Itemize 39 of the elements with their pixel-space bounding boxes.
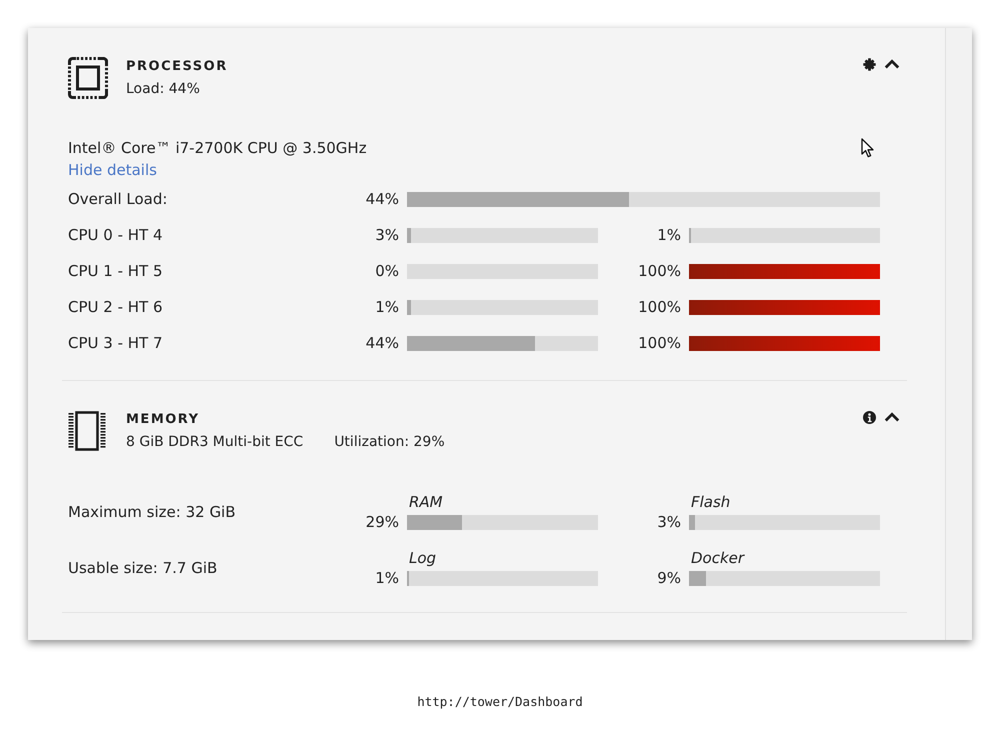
section-title: MEMORY bbox=[126, 411, 201, 429]
thread-load-reading: 44% bbox=[366, 334, 399, 352]
info-icon[interactable] bbox=[863, 410, 876, 424]
load-reading: 44% bbox=[366, 190, 399, 208]
section-title: PROCESSOR bbox=[126, 58, 228, 76]
meter-name: RAM bbox=[408, 493, 443, 511]
thread-load-reading: 3% bbox=[375, 226, 399, 244]
thread-load-reading: 0% bbox=[375, 262, 399, 280]
memory-module-icon bbox=[68, 411, 106, 451]
thread-load-reading: 1% bbox=[375, 298, 399, 316]
meter-reading: 1% bbox=[375, 569, 399, 587]
thread-load-reading: 100% bbox=[638, 298, 681, 316]
meter-name: Log bbox=[408, 549, 436, 567]
memory-spec-text: 8 GiB DDR3 Multi-bit ECC bbox=[126, 433, 304, 452]
utilization-text: Utilization: 29% bbox=[334, 433, 445, 452]
cpu-core-label: CPU 0 - HT 4 bbox=[68, 226, 163, 244]
cpu-core-label: CPU 1 - HT 5 bbox=[68, 262, 163, 280]
thread-load-reading: 100% bbox=[638, 262, 681, 280]
settings-icon[interactable] bbox=[863, 58, 876, 70]
overall-load-label: Overall Load: bbox=[68, 190, 168, 208]
load-text: Load: 44% bbox=[126, 80, 201, 99]
cpu-core-label: CPU 2 - HT 6 bbox=[68, 298, 163, 316]
cpu-core-label: CPU 3 - HT 7 bbox=[68, 334, 163, 352]
meter-name: Docker bbox=[690, 549, 744, 567]
hide-details-link[interactable]: Hide details bbox=[68, 161, 157, 179]
collapse-chevron-icon[interactable] bbox=[884, 59, 900, 69]
processor-chip-icon bbox=[68, 57, 108, 99]
mouse-pointer-icon bbox=[861, 138, 874, 158]
thread-load-reading: 100% bbox=[638, 334, 681, 352]
thread-load-reading: 1% bbox=[657, 226, 681, 244]
memory-size-label: Usable size: 7.7 GiB bbox=[68, 559, 218, 577]
meter-reading: 9% bbox=[657, 569, 681, 587]
memory-size-label: Maximum size: 32 GiB bbox=[68, 503, 236, 521]
page-url: http://tower/Dashboard bbox=[417, 694, 583, 710]
collapse-chevron-icon[interactable] bbox=[884, 412, 900, 422]
meter-reading: 29% bbox=[366, 513, 399, 531]
meter-reading: 3% bbox=[657, 513, 681, 531]
cpu-model-text: Intel® Core™ i7-2700K CPU @ 3.50GHz bbox=[68, 138, 367, 159]
meter-name: Flash bbox=[690, 493, 730, 511]
